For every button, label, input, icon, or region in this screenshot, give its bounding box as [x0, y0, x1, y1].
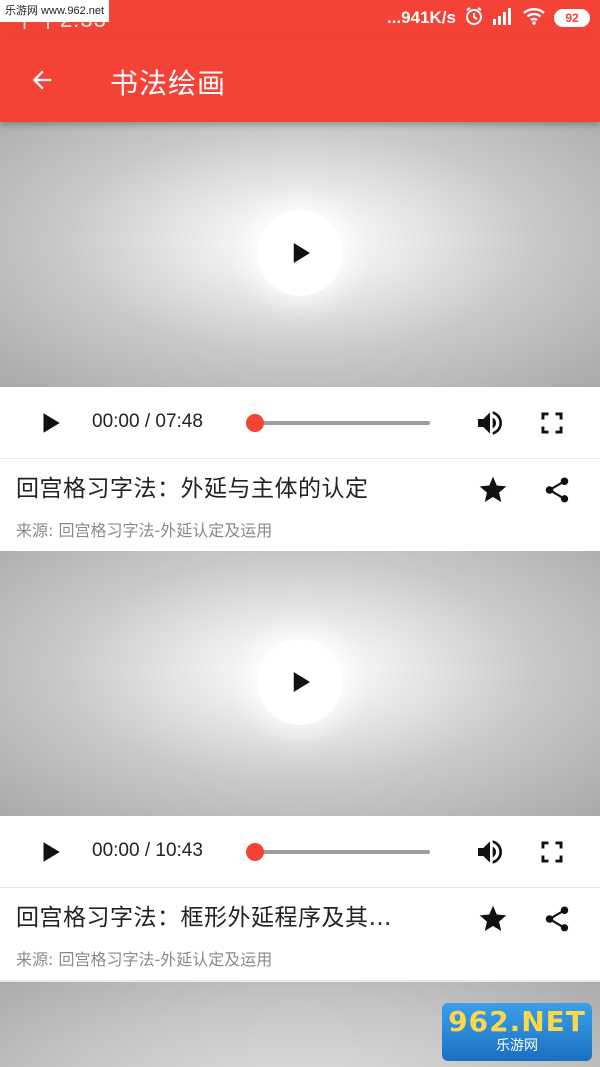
- video-info: 回宫格习字法：外延与主体的认定 来源: 回宫格习字法-外延认定及运用: [0, 459, 600, 551]
- favorite-button[interactable]: [474, 471, 512, 509]
- video-card: 00:00 / 10:43 回宫格习字法：框形外延程序及其… 来源: 回宫格习字…: [0, 551, 600, 980]
- back-button[interactable]: [22, 60, 62, 100]
- favorite-button[interactable]: [474, 900, 512, 938]
- current-time: 00:00: [92, 411, 140, 432]
- seek-thumb[interactable]: [246, 843, 264, 861]
- play-icon: [293, 243, 310, 263]
- alarm-icon: [464, 6, 484, 31]
- play-icon: [43, 842, 60, 862]
- signal-icon: [492, 6, 514, 31]
- video-card: 00:00 / 07:48 回宫格习字法：外延与主体的认定 来源: 回宫格习字法…: [0, 122, 600, 551]
- fullscreen-button[interactable]: [536, 836, 568, 868]
- wifi-icon: [522, 6, 546, 31]
- app-bar: 书法绘画: [0, 38, 600, 122]
- volume-icon: [478, 840, 502, 864]
- seek-track: [252, 850, 430, 854]
- video-title[interactable]: 回宫格习字法：外延与主体的认定: [16, 469, 456, 503]
- video-source: 来源: 回宫格习字法-外延认定及运用: [16, 521, 273, 540]
- watermark-sub: 乐游网: [496, 1038, 538, 1054]
- watermark-logo: 962.NET 乐游网: [442, 1003, 592, 1061]
- volume-button[interactable]: [472, 836, 508, 868]
- fullscreen-button[interactable]: [536, 407, 568, 439]
- time-separator: /: [144, 840, 151, 861]
- fullscreen-icon: [541, 841, 563, 863]
- watermark-top-left: 乐游网 www.962.net: [0, 0, 110, 22]
- video-player[interactable]: [0, 551, 600, 816]
- status-icons: ...941K/s 92: [387, 5, 590, 31]
- share-icon: [545, 477, 569, 503]
- back-arrow-icon: [32, 70, 52, 90]
- share-button[interactable]: [538, 471, 576, 509]
- volume-button[interactable]: [472, 407, 508, 439]
- net-speed: ...941K/s: [387, 8, 456, 27]
- big-play-button[interactable]: [257, 639, 343, 725]
- video-controls: 00:00 / 10:43: [0, 816, 600, 888]
- play-icon: [293, 672, 310, 692]
- video-source: 来源: 回宫格习字法-外延认定及运用: [16, 950, 273, 969]
- screen: 下午2:33 乐游网 www.962.net ...941K/s 92 书法绘画: [0, 0, 600, 1067]
- play-button[interactable]: [34, 836, 66, 868]
- seek-bar[interactable]: [246, 414, 430, 432]
- duration: 10:43: [155, 840, 203, 861]
- status-bar: 下午2:33 乐游网 www.962.net ...941K/s 92: [0, 0, 600, 38]
- time-separator: /: [144, 411, 151, 432]
- big-play-button[interactable]: [257, 210, 343, 296]
- share-button[interactable]: [538, 900, 576, 938]
- time-display: 00:00 / 10:43: [92, 840, 203, 862]
- star-icon: [479, 476, 507, 502]
- star-icon: [479, 905, 507, 931]
- duration: 07:48: [155, 411, 203, 432]
- play-button[interactable]: [34, 407, 66, 439]
- watermark-main: 962.NET: [448, 1005, 586, 1038]
- video-title[interactable]: 回宫格习字法：框形外延程序及其…: [16, 898, 456, 932]
- share-icon: [545, 906, 569, 932]
- seek-thumb[interactable]: [246, 414, 264, 432]
- fullscreen-icon: [541, 412, 563, 434]
- current-time: 00:00: [92, 840, 140, 861]
- battery-indicator: 92: [554, 9, 590, 27]
- video-controls: 00:00 / 07:48: [0, 387, 600, 459]
- play-icon: [43, 413, 60, 433]
- seek-track: [252, 421, 430, 425]
- page-title: 书法绘画: [110, 67, 227, 100]
- video-info: 回宫格习字法：框形外延程序及其… 来源: 回宫格习字法-外延认定及运用: [0, 888, 600, 980]
- video-player[interactable]: [0, 122, 600, 387]
- time-display: 00:00 / 07:48: [92, 411, 203, 433]
- seek-bar[interactable]: [246, 843, 430, 861]
- volume-icon: [478, 411, 502, 435]
